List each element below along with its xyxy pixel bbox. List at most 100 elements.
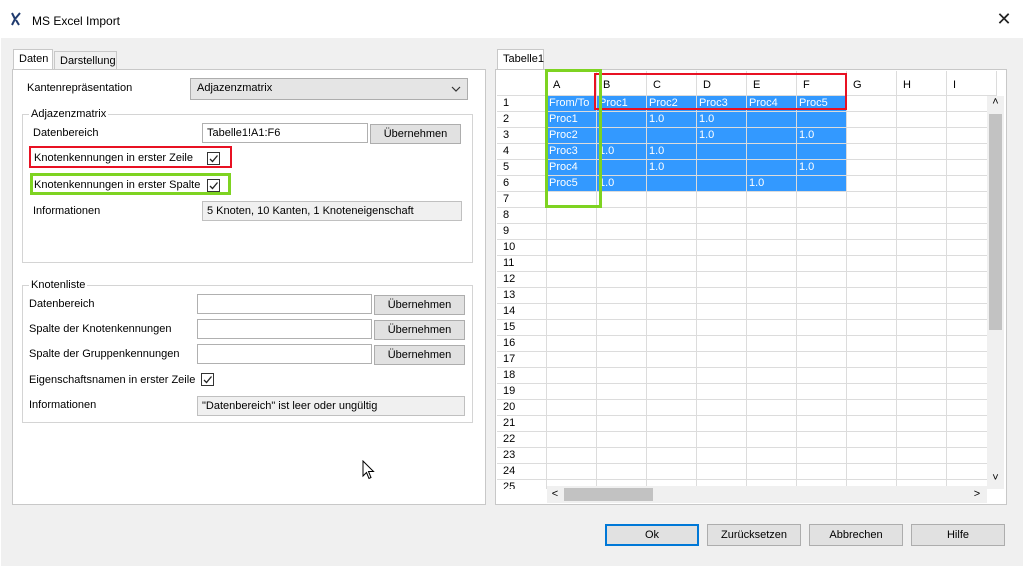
kn-spalte-gruppen-apply-button[interactable]: Übernehmen	[374, 345, 465, 365]
grid-cell[interactable]	[647, 352, 697, 368]
grid-cell[interactable]	[747, 128, 797, 144]
grid-cell[interactable]	[897, 208, 947, 224]
grid-cell[interactable]	[847, 416, 897, 432]
grid-cell[interactable]	[597, 384, 647, 400]
grid-cell[interactable]	[897, 416, 947, 432]
grid-cell[interactable]	[897, 192, 947, 208]
grid-cell[interactable]	[897, 448, 947, 464]
row-header[interactable]: 23	[497, 448, 547, 464]
grid-cell[interactable]	[597, 336, 647, 352]
grid-cell[interactable]	[897, 256, 947, 272]
row-header[interactable]: 7	[497, 192, 547, 208]
grid-cell[interactable]	[797, 304, 847, 320]
grid-cell[interactable]	[647, 224, 697, 240]
grid-cell[interactable]	[797, 400, 847, 416]
grid-cell[interactable]	[847, 272, 897, 288]
grid-cell[interactable]	[647, 416, 697, 432]
grid-cell[interactable]	[647, 464, 697, 480]
grid-cell[interactable]	[747, 448, 797, 464]
grid-cell[interactable]	[847, 208, 897, 224]
grid-cell[interactable]	[547, 288, 597, 304]
grid-cell[interactable]	[747, 144, 797, 160]
grid-cell[interactable]	[547, 272, 597, 288]
grid-cell[interactable]	[747, 288, 797, 304]
grid-cell[interactable]	[647, 336, 697, 352]
grid-cell[interactable]	[797, 256, 847, 272]
grid-cell[interactable]: 1.0	[597, 176, 647, 192]
grid-cell[interactable]: 1.0	[647, 144, 697, 160]
grid-cell[interactable]	[547, 256, 597, 272]
row-header[interactable]: 4	[497, 144, 547, 160]
row-header[interactable]: 12	[497, 272, 547, 288]
grid-cell[interactable]	[547, 304, 597, 320]
grid-cell[interactable]: 1.0	[797, 128, 847, 144]
vertical-scrollbar[interactable]: ˄ ˅	[987, 96, 1004, 489]
grid-cell[interactable]	[597, 256, 647, 272]
grid-cell[interactable]	[547, 320, 597, 336]
row-header[interactable]: 21	[497, 416, 547, 432]
grid-cell[interactable]	[747, 112, 797, 128]
grid-cell[interactable]	[597, 400, 647, 416]
grid-cell[interactable]	[697, 352, 747, 368]
grid-cell[interactable]	[747, 208, 797, 224]
vertical-scroll-thumb[interactable]	[989, 114, 1002, 330]
grid-cell[interactable]	[897, 160, 947, 176]
tab-tabelle1[interactable]: Tabelle1	[497, 49, 544, 70]
cancel-button[interactable]: Abbrechen	[809, 524, 903, 546]
scroll-right-icon[interactable]: >	[971, 488, 983, 501]
grid-cell[interactable]	[697, 256, 747, 272]
grid-cell[interactable]	[847, 304, 897, 320]
kn-spalte-knoten-input[interactable]	[197, 319, 372, 339]
grid-cell[interactable]	[847, 448, 897, 464]
grid-cell[interactable]	[897, 464, 947, 480]
grid-cell[interactable]	[597, 432, 647, 448]
grid-cell[interactable]	[747, 304, 797, 320]
grid-cell[interactable]	[647, 368, 697, 384]
grid-cell[interactable]	[647, 176, 697, 192]
grid-cell[interactable]	[847, 464, 897, 480]
grid-cell[interactable]	[697, 240, 747, 256]
grid-cell[interactable]	[797, 368, 847, 384]
grid-cell[interactable]	[597, 208, 647, 224]
row-header[interactable]: 13	[497, 288, 547, 304]
grid-cell[interactable]	[797, 112, 847, 128]
grid-cell[interactable]	[547, 368, 597, 384]
row-header[interactable]: 22	[497, 432, 547, 448]
column-header[interactable]: H	[897, 71, 947, 96]
kn-datenbereich-apply-button[interactable]: Übernehmen	[374, 295, 465, 315]
ok-button[interactable]: Ok	[605, 524, 699, 546]
grid-cell[interactable]	[597, 272, 647, 288]
row-header[interactable]: 14	[497, 304, 547, 320]
grid-cell[interactable]	[597, 128, 647, 144]
grid-cell[interactable]	[597, 112, 647, 128]
grid-cell[interactable]	[597, 304, 647, 320]
row-header[interactable]: 25	[497, 480, 547, 489]
grid-cell[interactable]	[897, 368, 947, 384]
grid-cell[interactable]	[697, 400, 747, 416]
scroll-down-icon[interactable]: ˅	[989, 472, 1002, 488]
kn-spalte-gruppen-input[interactable]	[197, 344, 372, 364]
grid-cell[interactable]	[897, 224, 947, 240]
row-header[interactable]: 17	[497, 352, 547, 368]
scroll-left-icon[interactable]: <	[549, 488, 561, 501]
grid-cell[interactable]	[847, 256, 897, 272]
grid-cell[interactable]	[697, 288, 747, 304]
grid-cell[interactable]	[697, 464, 747, 480]
kn-datenbereich-input[interactable]	[197, 294, 372, 314]
grid-cell[interactable]	[797, 144, 847, 160]
grid-cell[interactable]	[797, 464, 847, 480]
grid-cell[interactable]	[697, 144, 747, 160]
grid-cell[interactable]	[747, 400, 797, 416]
grid-cell[interactable]	[797, 288, 847, 304]
first-col-checkbox[interactable]	[207, 179, 220, 192]
grid-cell[interactable]	[647, 400, 697, 416]
grid-cell[interactable]	[747, 256, 797, 272]
grid-cell[interactable]	[797, 416, 847, 432]
grid-cell[interactable]	[697, 448, 747, 464]
row-header[interactable]: 18	[497, 368, 547, 384]
reset-button[interactable]: Zurücksetzen	[707, 524, 801, 546]
grid-cell[interactable]	[847, 240, 897, 256]
grid-cell[interactable]	[647, 208, 697, 224]
grid-cell[interactable]	[847, 400, 897, 416]
adj-apply-button[interactable]: Übernehmen	[370, 124, 461, 144]
